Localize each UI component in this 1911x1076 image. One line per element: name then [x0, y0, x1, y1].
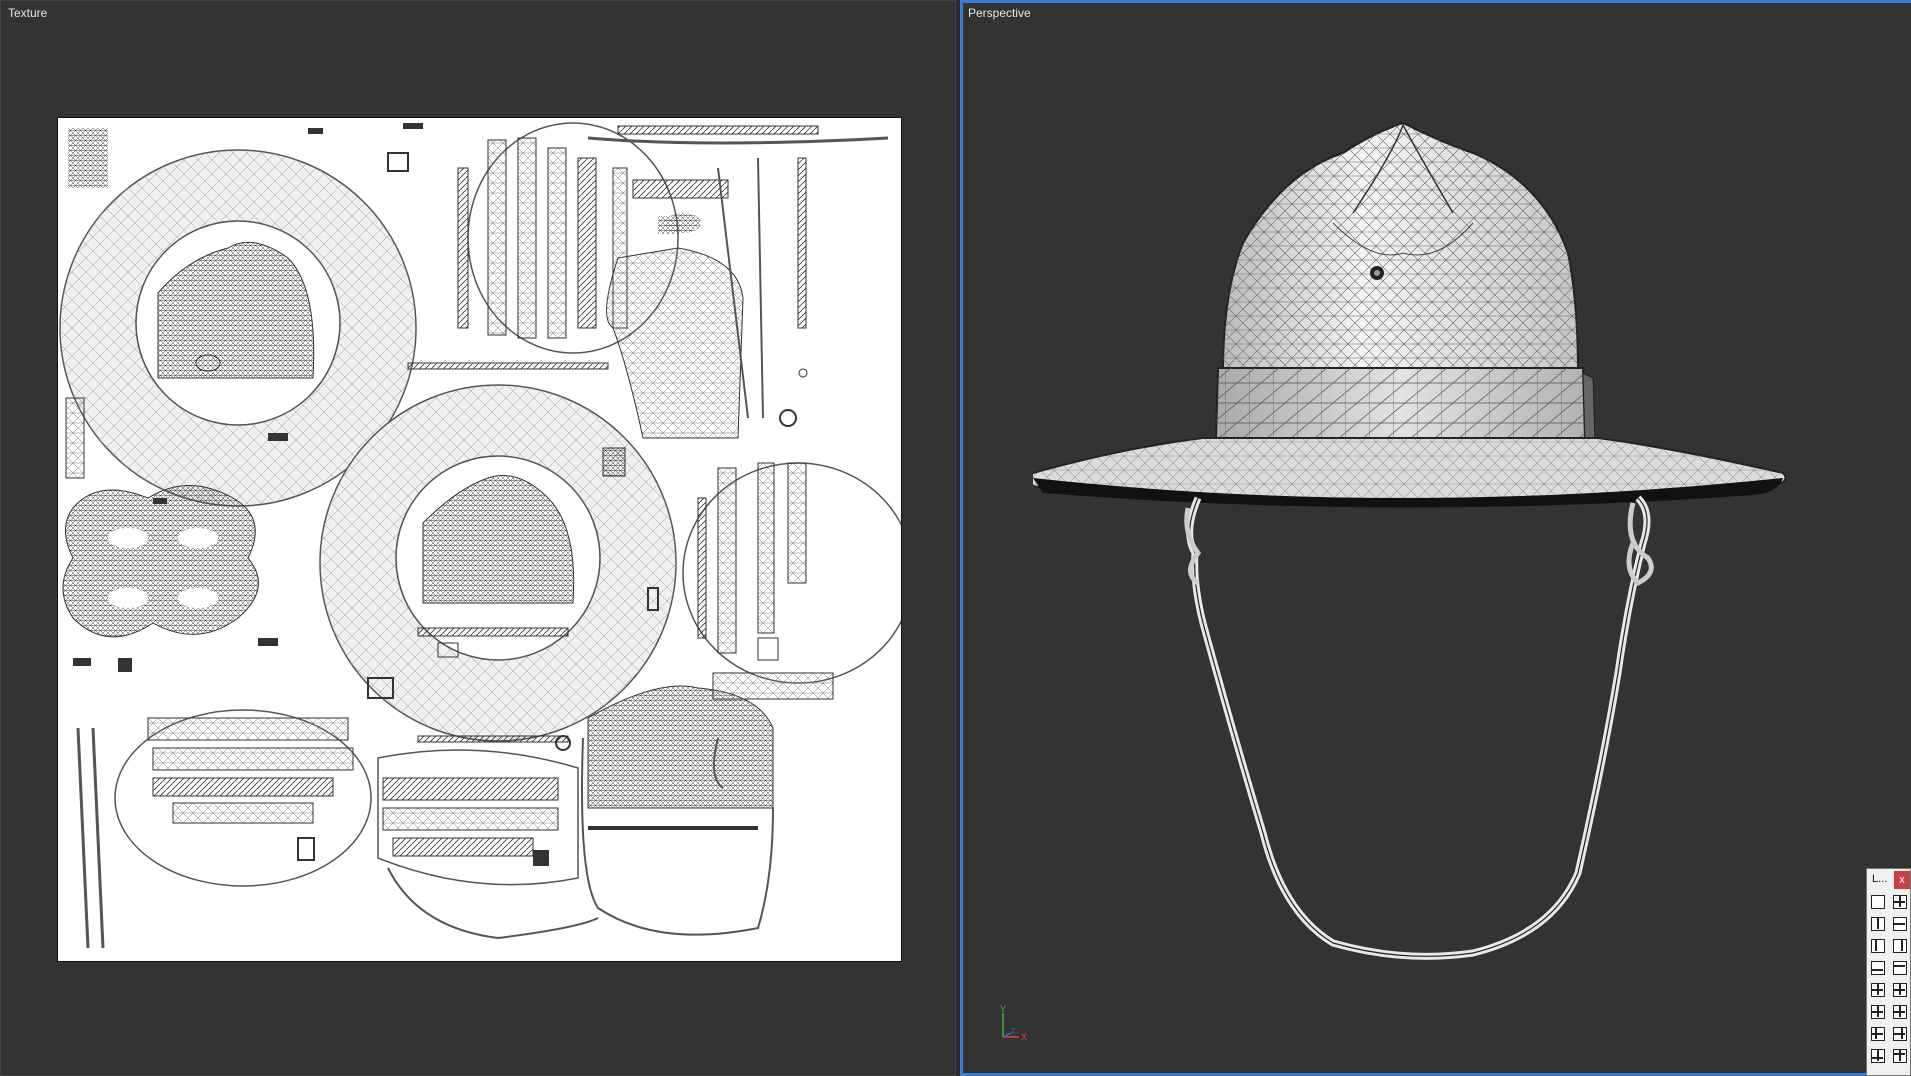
- hat-brim: [1033, 437, 1787, 508]
- layout-hsplit-icon[interactable]: [1893, 917, 1907, 931]
- crown-top-island: [62, 485, 259, 638]
- layout-three-top-icon[interactable]: [1893, 1005, 1907, 1019]
- layout-hsplit-top-icon[interactable]: [1893, 961, 1907, 975]
- layout-single-icon[interactable]: [1871, 895, 1885, 909]
- axis-x-label: X: [1021, 1032, 1027, 1042]
- layout-hsplit-bottom-icon[interactable]: [1871, 961, 1885, 975]
- chin-strap: [1184, 495, 1654, 960]
- perspective-viewport-label[interactable]: Perspective: [968, 6, 1031, 20]
- hat-crown: [1221, 121, 1580, 374]
- crown-panel: [606, 247, 744, 439]
- band-circle-right: [682, 462, 901, 684]
- hat-model[interactable]: [1033, 113, 1833, 973]
- layout-panel-close-button[interactable]: x: [1894, 871, 1910, 889]
- layout-four-left-icon[interactable]: [1871, 1027, 1885, 1041]
- axis-gizmo: Y X Z: [993, 1003, 1033, 1048]
- uv-islands: [59, 122, 901, 949]
- layout-three-bottom-icon[interactable]: [1871, 1005, 1885, 1019]
- layout-four-right-icon[interactable]: [1893, 1027, 1907, 1041]
- axis-y-label: Y: [1000, 1004, 1006, 1014]
- perspective-viewport[interactable]: Perspective Y X Z: [960, 0, 1911, 1076]
- axis-gizmo-graphic: Y X Z: [1000, 1004, 1027, 1042]
- layout-quad-icon[interactable]: [1893, 895, 1907, 909]
- layout-three-right-icon[interactable]: [1893, 983, 1907, 997]
- viewport-layout-panel[interactable]: L... x: [1866, 868, 1911, 1076]
- band-circle-bottom: [114, 709, 372, 887]
- layout-vsplit-left-icon[interactable]: [1871, 939, 1885, 953]
- texture-viewport-label[interactable]: Texture: [8, 6, 47, 20]
- brim-ring-center: [319, 384, 677, 742]
- texture-viewport[interactable]: Texture: [0, 0, 956, 1076]
- layout-vsplit-right-icon[interactable]: [1893, 939, 1907, 953]
- hat-wireframe: [1033, 121, 1787, 960]
- layout-panel-title[interactable]: L...: [1867, 869, 1894, 889]
- layout-three-left-icon[interactable]: [1871, 983, 1885, 997]
- uv-texture-map[interactable]: [57, 117, 902, 962]
- layout-four-bottom-icon[interactable]: [1871, 1049, 1885, 1063]
- layout-vsplit-icon[interactable]: [1871, 917, 1885, 931]
- hat-band: [1214, 367, 1596, 444]
- axis-z-label: Z: [1011, 1028, 1016, 1035]
- layout-four-top-icon[interactable]: [1893, 1049, 1907, 1063]
- crown-panel-bottom: [581, 685, 774, 936]
